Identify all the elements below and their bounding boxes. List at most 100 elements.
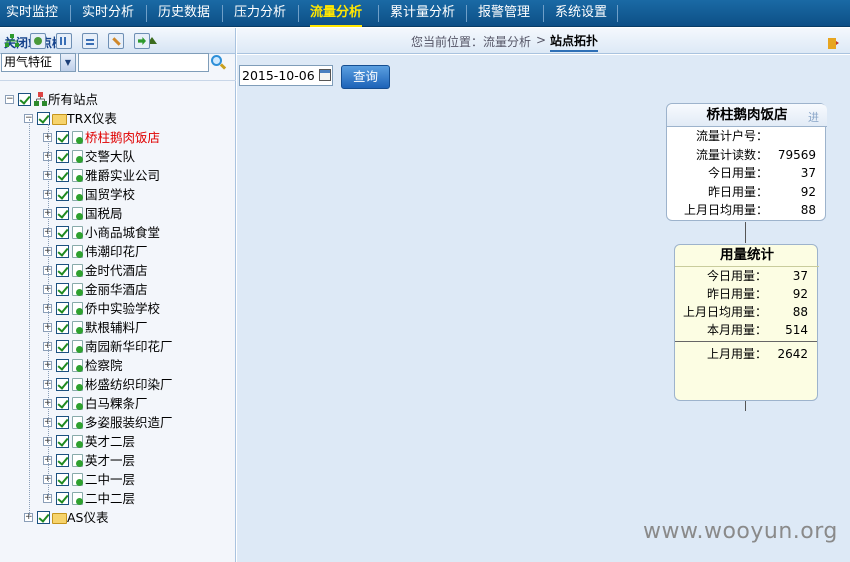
tree-node-label: 检察院 <box>85 358 123 373</box>
nav-item-realtime-monitor[interactable]: 实时监控 <box>6 0 58 27</box>
export-icon[interactable] <box>134 33 150 49</box>
tree-node-station[interactable]: + 交警大队 <box>43 147 233 166</box>
station-icon <box>72 321 83 334</box>
tree-node-station[interactable]: + 小商品城食堂 <box>43 223 233 242</box>
collapse-toggle-icon[interactable]: − <box>5 95 14 104</box>
nav-item-cumulative[interactable]: 累计量分析 <box>390 0 455 27</box>
stat-row: 本月用量： 514 <box>675 321 817 339</box>
stat-label: 昨日用量： <box>706 287 767 301</box>
tree-checkbox[interactable] <box>56 226 69 239</box>
tree-node-station[interactable]: + 英才一层 <box>43 451 233 470</box>
tree-node-station[interactable]: + 二中一层 <box>43 470 233 489</box>
tree-node-station[interactable]: + 多姿服装织造厂 <box>43 413 233 432</box>
chevron-down-icon[interactable]: ▼ <box>60 54 75 71</box>
tree-checkbox[interactable] <box>56 416 69 429</box>
tree-node-group[interactable]: + AS仪表 <box>24 508 224 527</box>
tree-checkbox[interactable] <box>56 131 69 144</box>
tree-node-station[interactable]: + 国税局 <box>43 204 233 223</box>
tree-checkbox[interactable] <box>56 435 69 448</box>
stat-value: 514 <box>785 323 808 337</box>
station-card[interactable]: 桥柱鹅肉饭店 进 流量计户号： 流量计读数： 79569 今日用量： 37 昨日用量： 92… <box>666 103 827 221</box>
stat-row: 上月日均用量： 88 <box>667 201 825 219</box>
tree-node-station[interactable]: + 国贸学校 <box>43 185 233 204</box>
station-icon <box>72 454 83 467</box>
tree-checkbox[interactable] <box>56 454 69 467</box>
tree-checkbox[interactable] <box>56 473 69 486</box>
tree-node-label: 金时代酒店 <box>85 263 148 278</box>
calendar-icon[interactable] <box>319 69 331 81</box>
tree-node-label: 英才二层 <box>85 434 136 449</box>
tree-checkbox[interactable] <box>56 150 69 163</box>
breadcrumb-current: 站点拓扑 <box>550 32 599 52</box>
tree-node-station[interactable]: + 南园新华印花厂 <box>43 337 233 356</box>
nav-item-history[interactable]: 历史数据 <box>158 0 210 27</box>
tree-guide-line <box>48 124 49 500</box>
tree-checkbox[interactable] <box>56 188 69 201</box>
nav-separator <box>222 5 223 22</box>
tree-node-root[interactable]: − 所有站点 <box>5 90 205 109</box>
stat-label: 昨日用量： <box>707 184 768 199</box>
tree-node-label: 侨中实验学校 <box>85 301 161 316</box>
date-input[interactable]: 2015-10-06 <box>239 65 333 86</box>
tree-node-label: 二中二层 <box>85 491 136 506</box>
tree-node-station[interactable]: + 二中二层 <box>43 489 233 508</box>
tree-checkbox[interactable] <box>56 378 69 391</box>
tree-node-station[interactable]: + 金丽华酒店 <box>43 280 233 299</box>
edit-icon[interactable] <box>108 33 124 49</box>
watermark: www.wooyun.org <box>643 519 838 544</box>
tree-node-label: 所有站点 <box>48 92 99 107</box>
tree-checkbox[interactable] <box>56 397 69 410</box>
stat-row: 今日用量： 37 <box>675 267 817 285</box>
tree-node-group[interactable]: − TRX仪表 <box>24 109 224 128</box>
grid-view-icon[interactable] <box>56 33 72 49</box>
tree-checkbox[interactable] <box>56 264 69 277</box>
tree-node-station[interactable]: + 白马粿条厂 <box>43 394 233 413</box>
tree-node-station[interactable]: + 检察院 <box>43 356 233 375</box>
tree-checkbox[interactable] <box>56 207 69 220</box>
tree-checkbox[interactable] <box>56 302 69 315</box>
nav-item-pressure[interactable]: 压力分析 <box>234 0 286 27</box>
filter-input[interactable] <box>78 53 209 72</box>
tree-node-station[interactable]: + 雅爵实业公司 <box>43 166 233 185</box>
station-icon <box>72 264 83 277</box>
topology-connector <box>745 401 746 411</box>
tree-checkbox[interactable] <box>18 93 31 106</box>
tree-checkbox[interactable] <box>56 321 69 334</box>
stat-value: 79569 <box>777 147 816 162</box>
tree-node-station[interactable]: + 英才二层 <box>43 432 233 451</box>
tree-checkbox[interactable] <box>56 283 69 296</box>
network-root-icon <box>34 92 47 106</box>
tree-node-station[interactable]: + 彬盛纺织印染厂 <box>43 375 233 394</box>
org-tree-icon[interactable] <box>4 33 20 49</box>
tree-checkbox[interactable] <box>56 340 69 353</box>
stat-row: 昨日用量： 92 <box>667 183 825 201</box>
tree-node-station[interactable]: + 金时代酒店 <box>43 261 233 280</box>
tree-checkbox[interactable] <box>56 492 69 505</box>
station-icon <box>72 340 83 353</box>
tree-node-station[interactable]: + 默根辅料厂 <box>43 318 233 337</box>
tree-toolbar <box>0 33 236 51</box>
tree-checkbox[interactable] <box>56 359 69 372</box>
tree-node-station[interactable]: + 侨中实验学校 <box>43 299 233 318</box>
tree-checkbox[interactable] <box>56 245 69 258</box>
nav-item-flow-analysis[interactable]: 流量分析 <box>310 0 363 27</box>
nav-item-alarm[interactable]: 报警管理 <box>478 0 530 27</box>
enter-link[interactable]: 进 <box>808 109 819 125</box>
query-button[interactable]: 查询 <box>341 65 390 89</box>
tree-checkbox[interactable] <box>37 511 50 524</box>
tree-checkbox[interactable] <box>56 169 69 182</box>
list-view-icon[interactable] <box>82 33 98 49</box>
nav-item-settings[interactable]: 系统设置 <box>555 0 607 27</box>
tree-node-station[interactable]: + 桥柱鹅肉饭店 <box>43 128 233 147</box>
topology-connector <box>745 222 746 243</box>
search-icon[interactable] <box>210 54 227 71</box>
breadcrumb-prefix: 您当前位置：流量分析 <box>411 35 532 49</box>
nav-item-realtime-analysis[interactable]: 实时分析 <box>82 0 134 27</box>
tree-node-station[interactable]: + 伟潮印花厂 <box>43 242 233 261</box>
feature-select[interactable]: 用气特征 ▼ <box>1 53 76 72</box>
expand-all-icon[interactable] <box>30 33 46 49</box>
station-icon <box>72 492 83 505</box>
bookmark-icon[interactable] <box>827 37 840 50</box>
breadcrumb-separator: > <box>536 33 547 47</box>
stat-label: 上月用量： <box>706 347 767 361</box>
